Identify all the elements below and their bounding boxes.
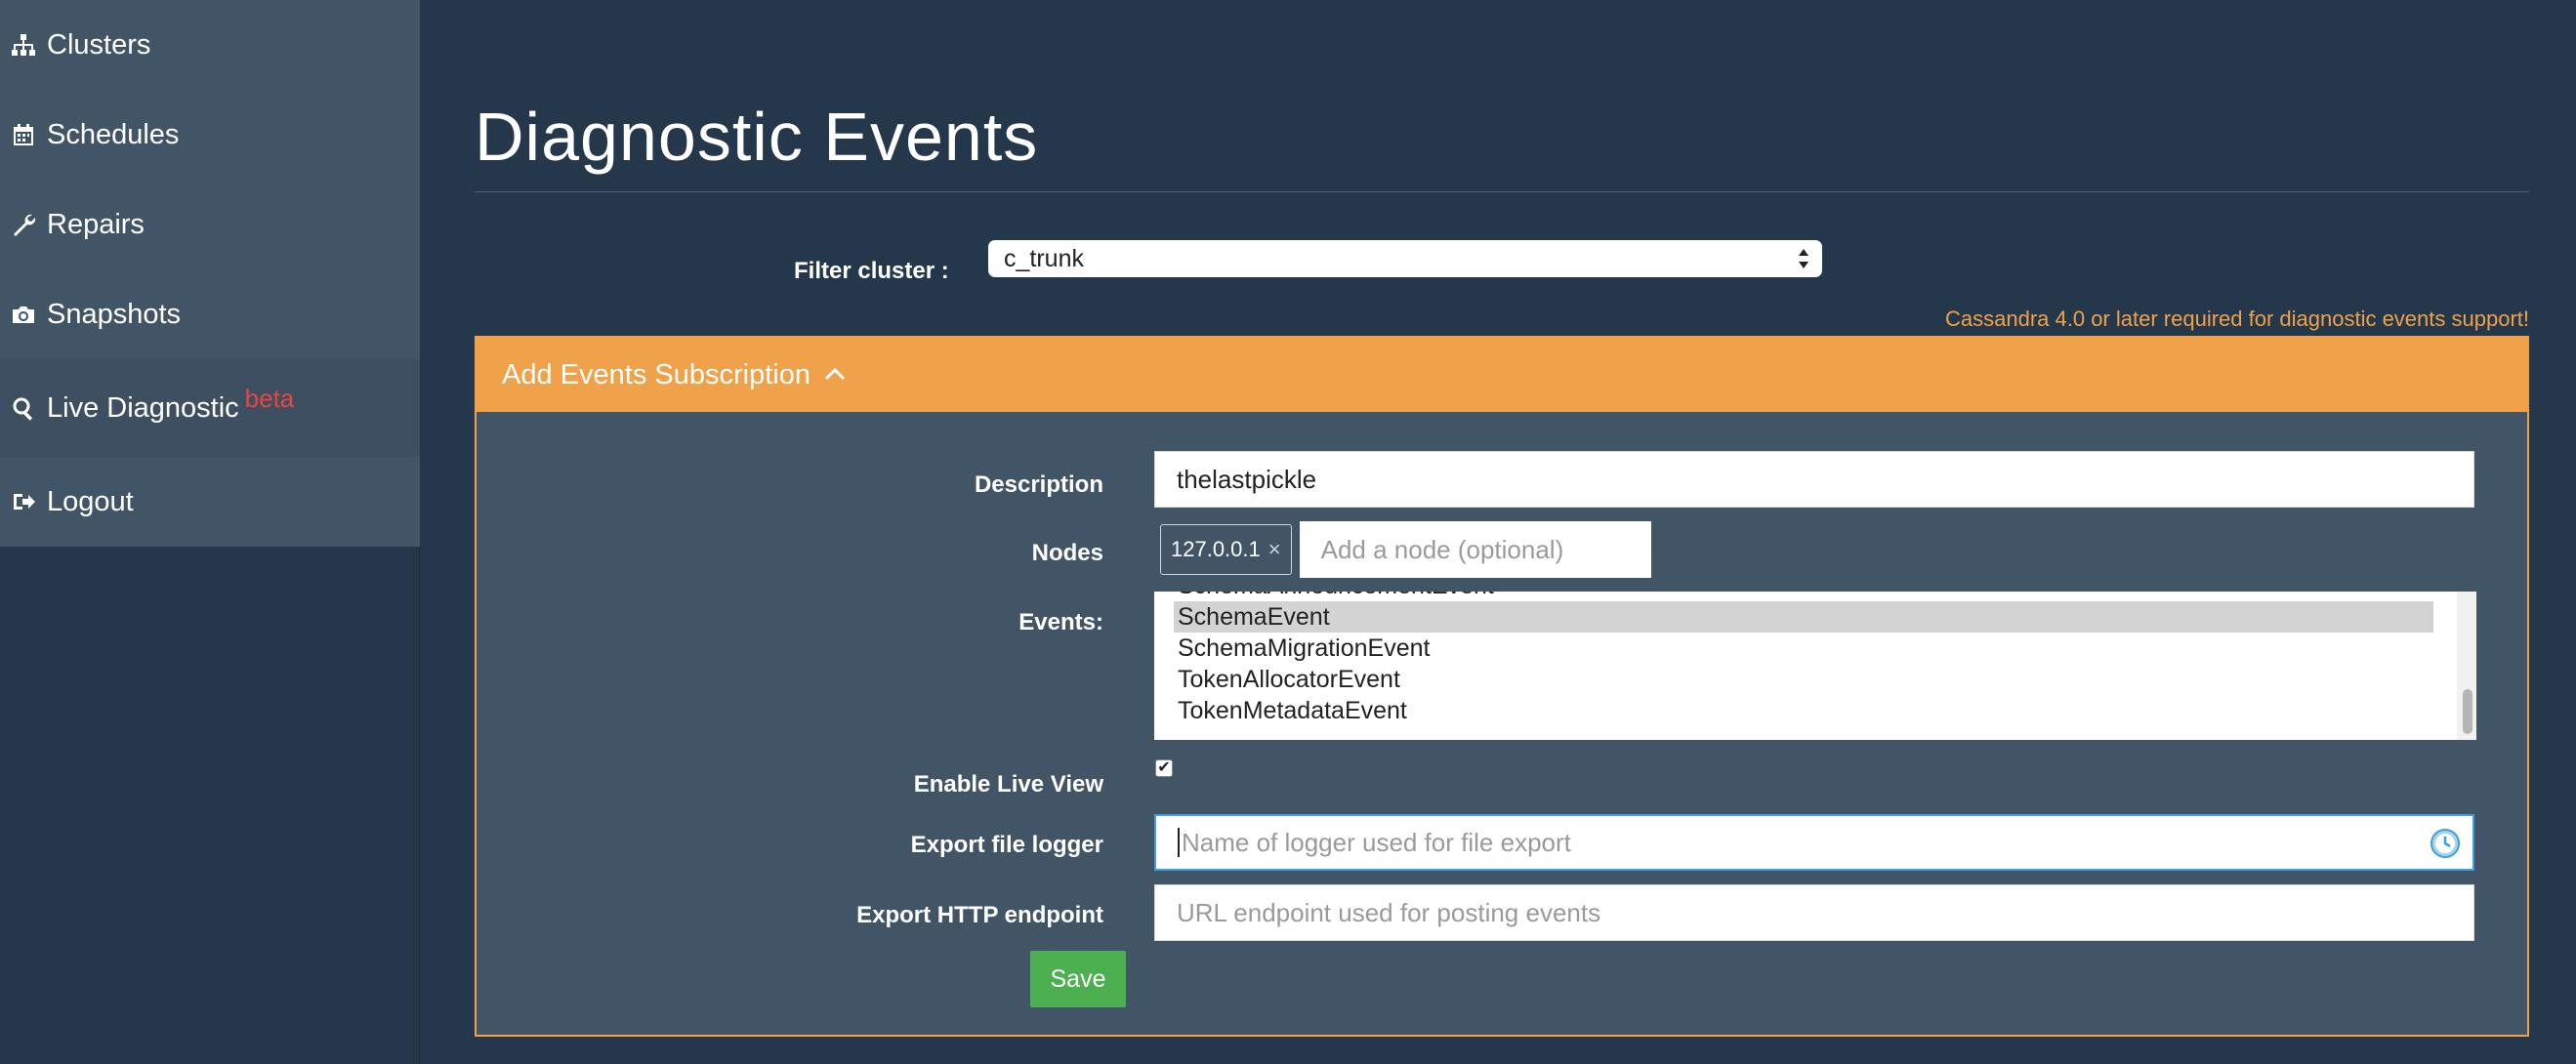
camera-icon xyxy=(10,301,37,328)
live-view-label: Enable Live View xyxy=(913,771,1103,798)
event-option[interactable]: TokenAllocatorEvent xyxy=(1154,664,2437,695)
search-icon xyxy=(10,394,37,422)
filter-cluster-value: c_trunk xyxy=(1004,245,1084,272)
add-node-input[interactable]: Add a node (optional) xyxy=(1299,521,1651,578)
title-divider xyxy=(475,191,2529,192)
export-http-label: Export HTTP endpoint xyxy=(856,902,1103,928)
sidebar-item-label: Clusters xyxy=(47,28,151,61)
export-http-input[interactable]: URL endpoint used for posting events xyxy=(1154,884,2474,941)
events-label: Events: xyxy=(1018,609,1103,635)
export-file-input[interactable]: Name of logger used for file export xyxy=(1154,814,2474,871)
nodes-tag-input: 127.0.0.1 × Add a node (optional) xyxy=(1154,521,1652,578)
sidebar-item-clusters[interactable]: Clusters xyxy=(0,0,420,90)
export-file-placeholder: Name of logger used for file export xyxy=(1182,827,1571,857)
sidebar-item-schedules[interactable]: Schedules xyxy=(0,90,420,180)
wrench-icon xyxy=(10,211,37,238)
version-warning: Cassandra 4.0 or later required for diag… xyxy=(1945,307,2529,331)
sidebar-item-live-diagnostic[interactable]: Live Diagnostic beta xyxy=(0,359,420,457)
sidebar-item-label: Logout xyxy=(47,485,134,517)
filter-row: Filter cluster : c_trunk xyxy=(475,240,2529,284)
live-view-checkbox[interactable]: ✔ xyxy=(1155,759,1173,777)
sidebar-item-repairs[interactable]: Repairs xyxy=(0,180,420,269)
main-content: Diagnostic Events Filter cluster : c_tru… xyxy=(475,0,2529,1037)
sidebar-item-logout[interactable]: Logout xyxy=(0,457,420,547)
events-scrollbar[interactable] xyxy=(2457,592,2476,740)
text-caret xyxy=(1178,828,1180,857)
description-value: thelastpickle xyxy=(1177,464,1317,494)
export-http-placeholder: URL endpoint used for posting events xyxy=(1177,897,1601,927)
sidebar-nav: Clusters Schedules Repairs Snapshots Liv… xyxy=(0,0,420,547)
sitemap-icon xyxy=(10,31,37,59)
description-label: Description xyxy=(974,471,1103,498)
chevron-up-icon xyxy=(824,367,846,381)
logout-icon xyxy=(10,488,37,515)
sidebar-item-label: Live Diagnostic xyxy=(47,391,239,424)
panel-title: Add Events Subscription xyxy=(502,358,810,390)
panel-header-toggle[interactable]: Add Events Subscription xyxy=(477,338,2527,412)
page-title: Diagnostic Events xyxy=(475,99,1039,175)
sidebar-item-snapshots[interactable]: Snapshots xyxy=(0,269,420,359)
export-file-label: Export file logger xyxy=(910,832,1103,858)
add-node-placeholder: Add a node (optional) xyxy=(1320,534,1564,564)
tag-remove-icon[interactable]: × xyxy=(1268,537,1281,562)
select-arrows-icon xyxy=(1799,249,1808,268)
event-option-selected[interactable]: SchemaEvent xyxy=(1174,601,2433,633)
node-tag: 127.0.0.1 × xyxy=(1160,524,1292,575)
sidebar: Clusters Schedules Repairs Snapshots Liv… xyxy=(0,0,420,1064)
sidebar-item-label: Snapshots xyxy=(47,298,182,330)
nodes-label: Nodes xyxy=(1031,540,1103,566)
node-tag-label: 127.0.0.1 xyxy=(1171,537,1261,561)
sidebar-item-label: Schedules xyxy=(47,118,180,150)
scroll-thumb[interactable] xyxy=(2463,689,2472,734)
events-multiselect[interactable]: SchemaAnnouncementEvent SchemaEvent Sche… xyxy=(1154,592,2476,740)
calendar-icon xyxy=(10,121,37,148)
sidebar-item-label: Repairs xyxy=(47,208,145,240)
description-input[interactable]: thelastpickle xyxy=(1154,451,2474,508)
beta-badge: beta xyxy=(244,383,295,413)
filter-cluster-select[interactable]: c_trunk xyxy=(988,240,1822,277)
event-option[interactable]: SchemaAnnouncementEvent xyxy=(1154,592,2437,601)
clock-icon xyxy=(2431,829,2460,858)
add-subscription-panel: Add Events Subscription Description thel… xyxy=(475,336,2529,1037)
event-option[interactable]: TokenMetadataEvent xyxy=(1154,695,2437,726)
save-button[interactable]: Save xyxy=(1030,951,1126,1007)
filter-cluster-label: Filter cluster : xyxy=(794,258,949,284)
event-option[interactable]: SchemaMigrationEvent xyxy=(1154,633,2437,664)
